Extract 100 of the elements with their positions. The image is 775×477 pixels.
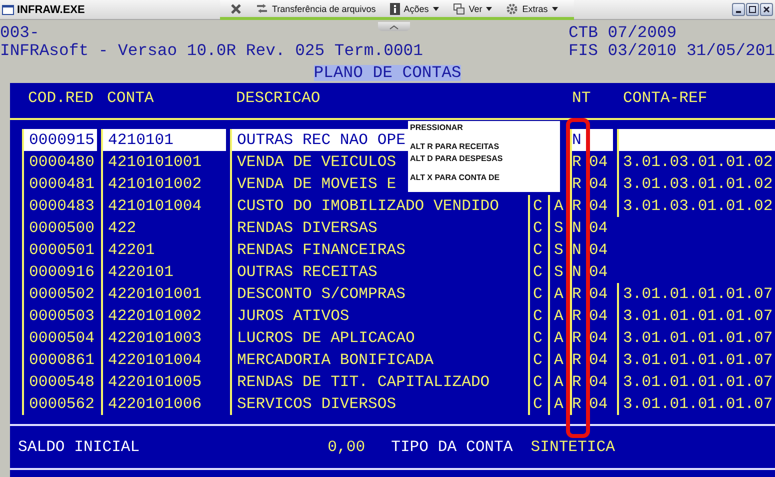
table-cell: 4220101003 (101, 327, 230, 349)
collapse-tab[interactable] (378, 22, 410, 31)
column-header: CONTA (106, 89, 155, 109)
table-cell: C (528, 371, 548, 393)
table-cell[interactable]: 0000915 (22, 129, 97, 151)
table-cell[interactable]: 0000503 (22, 305, 101, 327)
table-cell: LUCROS DE APLICACAO (230, 327, 528, 349)
table-cell-text: 04 (588, 196, 609, 217)
table-cell: RENDAS DIVERSAS (230, 217, 528, 239)
header-text: 003- (0, 24, 40, 42)
table-cell[interactable]: 0000504 (22, 327, 101, 349)
table-cell: S (548, 261, 570, 283)
table-cell: C (528, 217, 548, 239)
saldo-label: SALDO INICIAL (18, 438, 140, 456)
table-cell: R (570, 327, 586, 349)
table-cell: 3.01.01.01.01.07 (617, 349, 775, 371)
table-cell: N (570, 217, 586, 239)
header-text: FIS 03/2010 31/05/201 (568, 42, 775, 60)
table-cell: 3.01.03.01.01.02 (617, 173, 775, 195)
table-cell: R (570, 173, 586, 195)
table-cell: R (570, 371, 586, 393)
gear-icon (506, 2, 518, 14)
table-cell[interactable]: 0000502 (22, 283, 101, 305)
table-cell: JUROS ATIVOS (230, 305, 528, 327)
table-cell: 3.01.01.01.01.07 (617, 393, 775, 415)
table-cell[interactable]: 0000481 (22, 173, 101, 195)
table-cell: 4210101002 (101, 173, 230, 195)
minimize-button[interactable] (732, 3, 745, 16)
info-icon (390, 2, 400, 14)
table-cell: R (570, 393, 586, 415)
table-cell: 4220101006 (101, 393, 230, 415)
chevron-icon (389, 24, 399, 30)
table-cell: DESCONTO S/COMPRAS (230, 283, 528, 305)
table-cell-text: 04 (588, 306, 609, 327)
table-cell-text: 04 (588, 152, 609, 173)
table-cell-text: 04 (588, 284, 609, 305)
window-title: INFRAW.EXE (17, 4, 85, 16)
table-cell-text: 04 (588, 328, 609, 349)
tipo-label: TIPO DA CONTA (391, 438, 513, 456)
maximize-button[interactable] (746, 3, 759, 16)
table-cell: N (570, 261, 586, 283)
column-header: COD.RED (27, 89, 95, 109)
table-cell: 4220101002 (101, 305, 230, 327)
table-cell: R (570, 195, 586, 217)
table-cell[interactable]: 0000548 (22, 371, 101, 393)
table-cell: CUSTO DO IMOBILIZADO VENDIDO (230, 195, 528, 217)
table-cell[interactable]: 0000483 (22, 195, 101, 217)
toolbar-item[interactable]: Ver (452, 2, 492, 14)
table-cell: 3.01.03.01.01.02 (617, 195, 775, 217)
table-cell: 4220101001 (101, 283, 230, 305)
table-cell: C (528, 195, 548, 217)
table-cell: A (548, 283, 570, 305)
close-icon[interactable] (230, 2, 242, 14)
table-cell: C (528, 239, 548, 261)
column-header: NT (571, 89, 592, 109)
hint-text: ALT R PARA RECEITAS (410, 142, 500, 151)
toolbar-item[interactable]: Ações (390, 2, 439, 14)
table-cell[interactable]: 0000861 (22, 349, 101, 371)
table-cell: 3.01.01.01.01.07 (617, 371, 775, 393)
table-cell: A (548, 195, 570, 217)
table-cell: R (570, 283, 586, 305)
table-cell[interactable]: 0000501 (22, 239, 101, 261)
toolbar-item[interactable]: Extras (506, 2, 558, 14)
table-cell: OUTRAS RECEITAS (230, 261, 528, 283)
table-cell: 42201 (101, 239, 230, 261)
table-cell[interactable]: 0000480 (22, 151, 101, 173)
table-cell: C (528, 261, 548, 283)
table-cell: A (548, 327, 570, 349)
table-cell-text: 04 (588, 174, 609, 195)
hint-text: ALT D PARA DESPESAS (410, 154, 504, 163)
hint-text: ALT X PARA CONTA DE (410, 173, 501, 182)
table-cell: 3.01.03.01.01.02 (617, 151, 775, 173)
table-cell: 4220101004 (101, 349, 230, 371)
header-text: INFRAsoft - Versao 10.0R Rev. 025 Term.0001 (0, 42, 423, 60)
table-cell: C (528, 349, 548, 371)
table-cell-text: 04 (588, 394, 609, 415)
toolbar-item[interactable]: Transferência de arquivos (256, 2, 376, 14)
table-cell: C (528, 393, 548, 415)
screen-title: PLANO DE CONTAS (314, 65, 462, 81)
table-cell: 4210101001 (101, 151, 230, 173)
table-cell-text: 04 (588, 218, 609, 239)
table-cell[interactable]: 0000916 (22, 261, 101, 283)
table-cell: R (570, 151, 586, 173)
table-cell: 4210101004 (101, 195, 230, 217)
maximize-icon (749, 6, 756, 13)
table-cell: N (570, 239, 586, 261)
table-cell[interactable]: 0000500 (22, 217, 101, 239)
header-text: CTB 07/2009 (568, 24, 677, 42)
column-header: DESCRICAO (235, 89, 322, 109)
table-cell: 3.01.01.01.01.07 (617, 283, 775, 305)
caret-icon (552, 6, 558, 10)
table-cell[interactable]: 0000562 (22, 393, 101, 415)
table-cell: A (548, 393, 570, 415)
table-cell: R (570, 305, 586, 327)
tipo-value: SINTETICA (530, 438, 615, 456)
table-cell-text: 04 (588, 372, 609, 393)
table-cell: 4220101 (101, 261, 230, 283)
close-button[interactable] (760, 3, 773, 16)
table-cell: C (528, 283, 548, 305)
column-header: CONTA-REF (622, 89, 708, 109)
